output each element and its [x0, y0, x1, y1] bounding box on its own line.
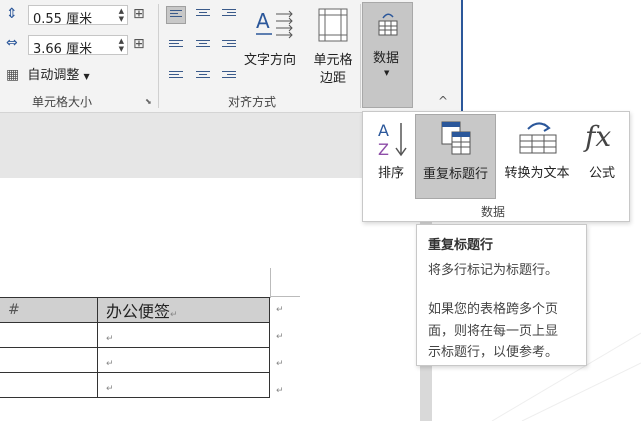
data-button[interactable]: 数据 ▼	[362, 2, 413, 108]
distribute-rows-icon[interactable]: ⊞	[133, 6, 145, 22]
table-row: ↵	[0, 372, 270, 398]
row-end-mark: ↵	[276, 359, 284, 369]
align-top-left-button[interactable]	[166, 6, 186, 24]
repeat-header-rows-button[interactable]: 重复标题行	[415, 114, 496, 199]
align-middle-center-button[interactable]	[193, 35, 213, 53]
repeat-header-label: 重复标题行	[422, 167, 488, 182]
align-bottom-center-button[interactable]	[193, 64, 213, 82]
align-bottom-left-button[interactable]	[166, 64, 186, 82]
sort-icon: A Z	[378, 121, 407, 158]
align-middle-right-button[interactable]	[219, 35, 239, 53]
table-cell[interactable]	[0, 347, 98, 373]
cell-end-mark: ↵	[106, 383, 114, 394]
table-row: ↵	[0, 322, 270, 348]
col-width-icon: ⇔	[6, 35, 18, 51]
formula-fx-icon: fx	[585, 120, 612, 153]
cell-end-mark: ↵	[170, 310, 178, 320]
repeat-header-icon	[441, 121, 471, 155]
tooltip-title: 重复标题行	[428, 238, 494, 253]
formula-label: 公式	[588, 166, 615, 181]
cell-text: #	[8, 302, 20, 318]
cell-end-mark: ↵	[106, 333, 114, 344]
svg-text:A: A	[256, 9, 270, 33]
cell-margins-label-line1: 单元格	[313, 53, 353, 68]
autofit-button[interactable]: ▦ 自动调整 ▼	[6, 64, 90, 84]
corner-mark	[270, 296, 300, 297]
cell-margins-button[interactable]: 单元格 边距	[308, 4, 358, 86]
row-end-mark: ↵	[276, 386, 284, 396]
table-row: ↵	[0, 347, 270, 373]
col-width-value: 3.66 厘米	[33, 42, 93, 57]
dialog-launcher-icon[interactable]: ⬊	[145, 97, 152, 106]
group-separator	[360, 4, 361, 108]
table-cell[interactable]: 办公便签↵	[97, 297, 270, 323]
autofit-label: 自动调整	[27, 68, 80, 83]
cell-text: 办公便签	[106, 302, 171, 321]
document-table: # 办公便签↵ ↵ ↵ ↵	[0, 297, 270, 398]
chevron-down-icon: ▼	[83, 72, 90, 81]
data-button-label: 数据	[373, 51, 400, 66]
svg-text:Z: Z	[378, 140, 389, 158]
table-cell[interactable]: #	[0, 297, 98, 323]
data-dropdown-panel: A Z 排序 重复标题行 转换为文本 fx 公式 数据	[362, 111, 630, 222]
table-cell[interactable]: ↵	[97, 347, 270, 373]
align-middle-left-button[interactable]	[166, 35, 186, 53]
cell-margins-label-line2: 边距	[319, 71, 346, 86]
chevron-down-icon: ▼	[384, 69, 390, 77]
text-direction-button[interactable]: A 文字方向	[244, 4, 306, 86]
background-area	[463, 0, 641, 112]
group-separator	[158, 4, 159, 108]
text-direction-icon: A	[256, 9, 293, 39]
collapse-ribbon-icon[interactable]: ^	[438, 94, 448, 108]
tooltip-description: 将多行标记为标题行。	[428, 263, 559, 278]
cell-end-mark: ↵	[106, 358, 114, 369]
ribbon-table-layout: ⇕ 0.55 厘米 ▲ ▼ ⊞ ⇔ 3.66 厘米 ▲ ▼ ⊞ ▦ 自动调整 ▼ 单…	[0, 0, 463, 113]
row-height-value: 0.55 厘米	[33, 12, 93, 27]
cell-size-group-label: 单元格大小	[32, 95, 93, 109]
convert-to-text-icon	[519, 122, 557, 154]
row-height-icon: ⇕	[6, 6, 18, 22]
autofit-icon: ▦	[6, 67, 20, 83]
row-end-mark: ↵	[276, 305, 284, 315]
convert-to-text-button[interactable]: 转换为文本	[497, 114, 577, 199]
document-margin-area	[0, 113, 420, 178]
align-bottom-right-button[interactable]	[219, 64, 239, 82]
data-icon	[378, 13, 398, 36]
table-cell[interactable]	[0, 372, 98, 398]
cell-margins-icon	[318, 8, 348, 42]
table-cell[interactable]: ↵	[97, 322, 270, 348]
tooltip-detail-line: 示标题行，以便参考。	[428, 345, 559, 360]
table-row: # 办公便签↵	[0, 297, 270, 323]
formula-button[interactable]: fx 公式	[579, 114, 625, 199]
tooltip-detail-line: 如果您的表格跨多个页	[428, 302, 559, 317]
distribute-cols-icon[interactable]: ⊞	[133, 36, 145, 52]
spinner-arrows-icon[interactable]: ▲ ▼	[119, 37, 124, 53]
text-direction-label: 文字方向	[244, 53, 297, 68]
row-height-input[interactable]: 0.55 厘米 ▲ ▼	[28, 5, 128, 27]
corner-mark	[270, 268, 271, 298]
sort-label: 排序	[377, 166, 404, 181]
sort-button[interactable]: A Z 排序	[367, 114, 415, 199]
table-cell[interactable]	[0, 322, 98, 348]
convert-to-text-label: 转换为文本	[504, 166, 570, 181]
data-group-label: 数据	[481, 205, 506, 219]
row-end-mark: ↵	[276, 332, 284, 342]
align-top-right-button[interactable]	[219, 6, 239, 24]
table-cell[interactable]: ↵	[97, 372, 270, 398]
col-width-input[interactable]: 3.66 厘米 ▲ ▼	[28, 35, 128, 57]
tooltip-detail-line: 面，则将在每一页上显	[428, 324, 559, 339]
svg-text:A: A	[378, 121, 389, 140]
align-top-center-button[interactable]	[193, 6, 213, 24]
spinner-arrows-icon[interactable]: ▲ ▼	[119, 7, 124, 23]
tooltip: 重复标题行 将多行标记为标题行。 如果您的表格跨多个页 面，则将在每一页上显 示…	[416, 224, 587, 366]
alignment-group-label: 对齐方式	[228, 95, 277, 109]
